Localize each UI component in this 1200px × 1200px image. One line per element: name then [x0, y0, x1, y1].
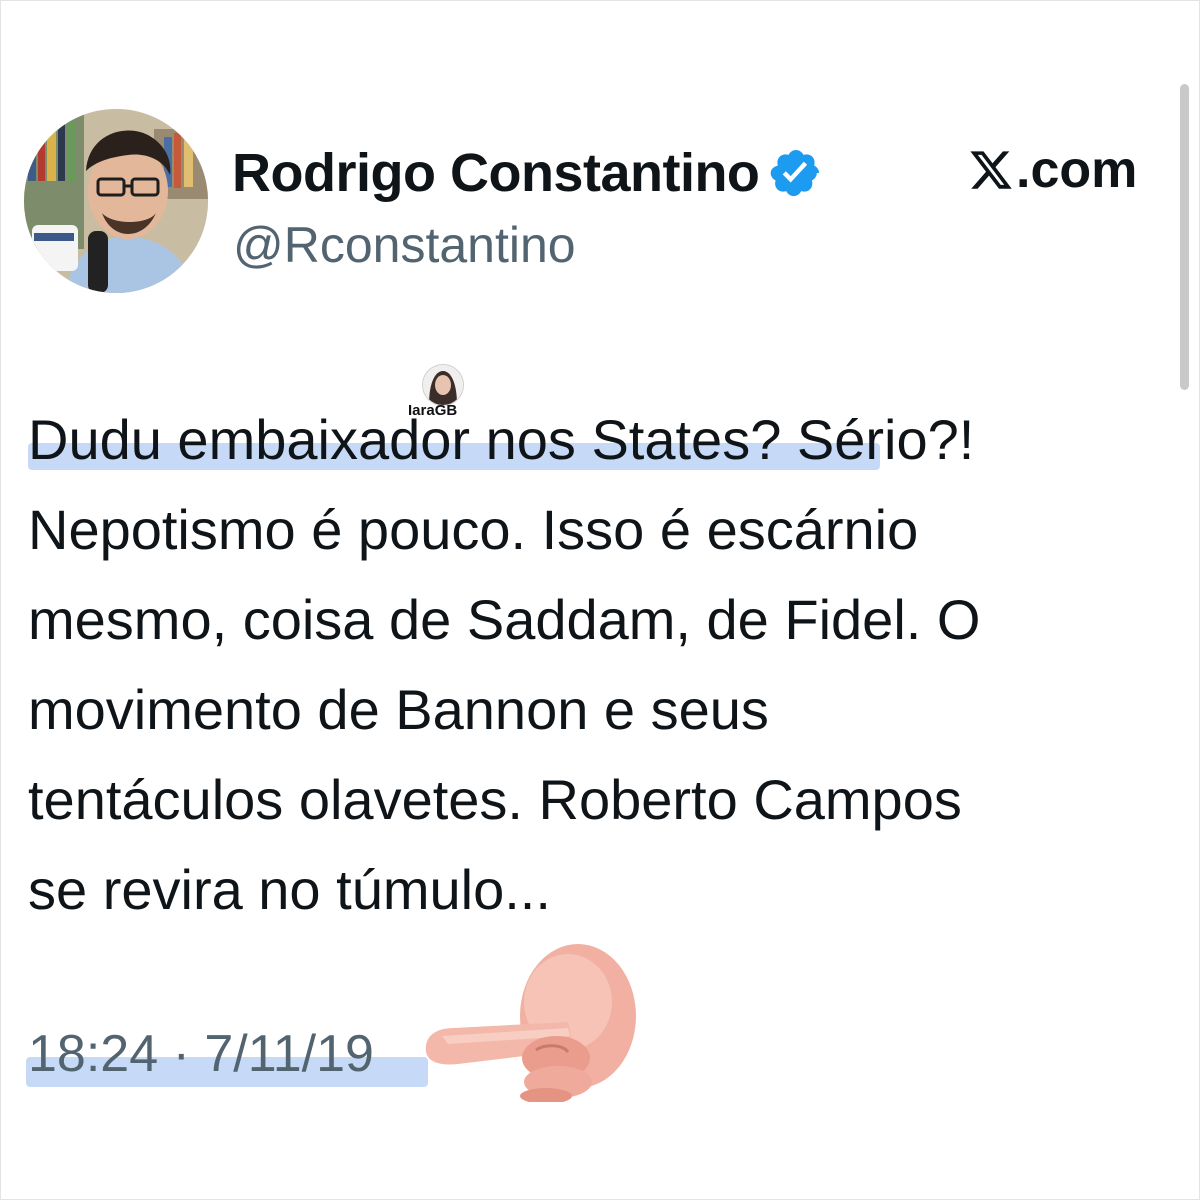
author-name-row: Rodrigo Constantino	[232, 138, 823, 208]
verified-badge-icon	[771, 149, 820, 197]
brand-domain: .com	[1016, 141, 1138, 199]
tweet-timestamp[interactable]: 18:24 · 7/11/19	[28, 1024, 374, 1084]
author-handle[interactable]: @Rconstantino	[233, 216, 576, 274]
scrollbar[interactable]	[1180, 84, 1189, 390]
pointing-hand-emoji	[425, 944, 636, 1102]
display-name[interactable]: Rodrigo Constantino	[232, 142, 760, 204]
tweet-text: Dudu embaixador nos States? Sério?! Nepo…	[28, 408, 981, 921]
avatar[interactable]	[24, 109, 208, 293]
x-com-brand: .com	[968, 140, 1137, 200]
x-logo-icon	[970, 151, 1012, 189]
avatar-photo	[24, 109, 208, 293]
